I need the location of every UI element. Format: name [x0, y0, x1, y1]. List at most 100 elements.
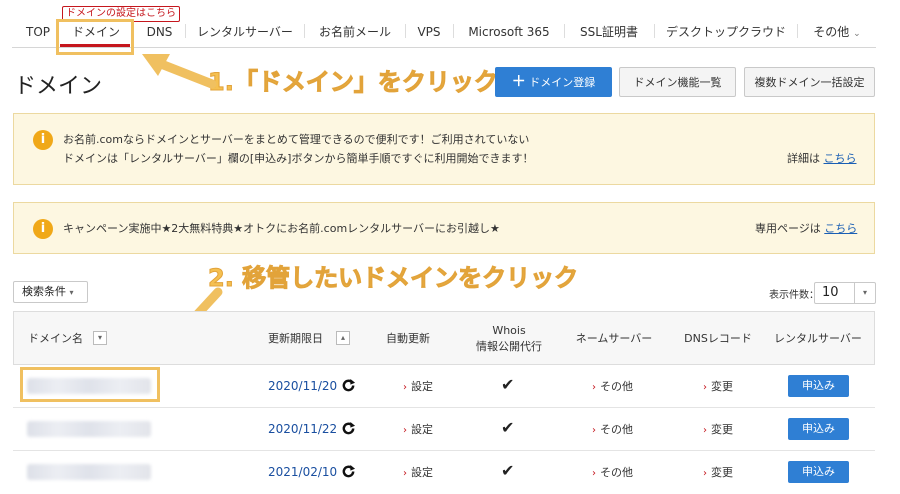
renew-refresh-icon[interactable]: [341, 378, 356, 393]
table-row: 2020/11/22 › 設定 ✔ › その他 › 変更 申込み: [13, 408, 875, 451]
notice-campaign: i キャンペーン実施中★2大無料特典★オトクにお名前.comレンタルサーバーにお…: [13, 202, 875, 254]
col-domain-name-label: ドメイン名: [28, 332, 83, 345]
info-icon: i: [33, 130, 53, 150]
auto-renew-label: 設定: [411, 466, 433, 479]
nav-item-other[interactable]: その他 ⌄: [802, 14, 872, 48]
col-whois-label-1: Whois: [492, 324, 526, 337]
apply-button[interactable]: 申込み: [788, 375, 849, 397]
nav-divider: [304, 24, 305, 38]
col-whois-label-2: 情報公開代行: [476, 340, 542, 353]
nameserver-label: その他: [600, 423, 633, 436]
col-rental-server-label: レンタルサーバー: [774, 332, 862, 345]
notice-link-prefix: 詳細は: [787, 152, 820, 165]
campaign-link-prefix: 専用ページは: [755, 222, 821, 235]
notice-server-bundle: i お名前.comならドメインとサーバーをまとめて管理できるので便利です！ご利用…: [13, 113, 875, 185]
nav-item-microsoft365[interactable]: Microsoft 365: [458, 14, 560, 48]
search-conditions-dropdown[interactable]: 検索条件 ▾: [13, 281, 88, 303]
display-count-select[interactable]: 10 ▾: [814, 282, 876, 304]
nav-item-desktop-cloud[interactable]: デスクトップクラウド: [658, 14, 794, 48]
chevron-down-icon: ⌄: [853, 29, 861, 39]
nav-item-mail[interactable]: お名前メール: [308, 14, 402, 48]
display-count-value: 10: [822, 285, 839, 300]
campaign-text: キャンペーン実施中★2大無料特典★オトクにお名前.comレンタルサーバーにお引越…: [63, 222, 500, 235]
dns-change-link[interactable]: › 変更: [703, 464, 733, 480]
bulk-settings-button[interactable]: 複数ドメイン一括設定: [744, 67, 875, 97]
details-link[interactable]: こちら: [824, 152, 857, 165]
nav-divider: [654, 24, 655, 38]
nav-divider: [797, 24, 798, 38]
domain-name-link[interactable]: [27, 421, 151, 437]
apply-button[interactable]: 申込み: [788, 418, 849, 440]
col-nameserver-label: ネームサーバー: [575, 332, 653, 345]
chevron-right-icon: ›: [403, 425, 407, 436]
chevron-right-icon: ›: [703, 425, 707, 436]
chevron-right-icon: ›: [703, 468, 707, 479]
chevron-down-icon: ▾: [69, 288, 74, 297]
dns-change-label: 変更: [711, 466, 733, 479]
search-conditions-label: 検索条件: [22, 285, 66, 298]
col-dns-label: DNSレコード: [684, 332, 752, 345]
nav-item-vps[interactable]: VPS: [408, 14, 450, 48]
chevron-right-icon: ›: [592, 425, 596, 436]
apply-button[interactable]: 申込み: [788, 461, 849, 483]
page-title: ドメイン: [14, 74, 103, 99]
auto-renew-link[interactable]: › 設定: [403, 421, 433, 437]
nav-underline: [12, 47, 876, 48]
renew-refresh-icon[interactable]: [341, 464, 356, 479]
col-expiry-label: 更新期限日: [268, 332, 323, 345]
dns-change-label: 変更: [711, 423, 733, 436]
nav-item-other-label: その他: [813, 25, 850, 39]
expiry-date-value: 2020/11/20: [268, 379, 338, 393]
expiry-date-value: 2020/11/22: [268, 422, 338, 436]
domain-table-header: ドメイン名 ▾ 更新期限日 ▴ 自動更新 Whois 情報公開代行 ネームサーバ…: [13, 311, 875, 365]
register-domain-label: ドメイン登録: [529, 76, 596, 89]
annotation-step-1: 1.「ドメイン」をクリック: [208, 68, 499, 97]
check-icon: ✔: [501, 375, 515, 394]
nav-item-rental-server[interactable]: レンタルサーバー: [190, 14, 300, 48]
register-domain-button[interactable]: ＋ ドメイン登録: [495, 67, 612, 97]
check-icon: ✔: [501, 461, 515, 480]
dns-change-link[interactable]: › 変更: [703, 421, 733, 437]
notice-text-line-2: ドメインは「レンタルサーバー」欄の[申込み]ボタンから簡単手順ですぐに利用開始で…: [63, 152, 534, 165]
nameserver-label: その他: [600, 466, 633, 479]
domain-features-button[interactable]: ドメイン機能一覧: [619, 67, 736, 97]
nameserver-link[interactable]: › その他: [592, 378, 633, 394]
annotation-step-2: 2. 移管したいドメインをクリック: [207, 264, 579, 293]
domain-name-link[interactable]: [27, 464, 151, 480]
dns-change-link[interactable]: › 変更: [703, 378, 733, 394]
chevron-right-icon: ›: [403, 468, 407, 479]
campaign-link-wrap: 専用ページは こちら: [755, 220, 857, 237]
expiry-date-value: 2021/02/10: [268, 465, 338, 479]
nav-divider: [453, 24, 454, 38]
chevron-down-icon: ▾: [854, 283, 875, 303]
expiry-date: 2020/11/22: [268, 421, 356, 436]
chevron-right-icon: ›: [403, 382, 407, 393]
nav-divider: [185, 24, 186, 38]
table-row: 2021/02/10 › 設定 ✔ › その他 › 変更 申込み: [13, 451, 875, 494]
highlight-box-domain-tab: [56, 19, 134, 55]
expiry-date: 2020/11/20: [268, 378, 356, 393]
auto-renew-link[interactable]: › 設定: [403, 378, 433, 394]
notice-link-wrap: 詳細は こちら: [787, 150, 857, 167]
col-domain-name: ドメイン名: [28, 331, 83, 346]
expiry-sort-icon[interactable]: ▴: [336, 331, 350, 345]
chevron-right-icon: ›: [592, 382, 596, 393]
nameserver-link[interactable]: › その他: [592, 464, 633, 480]
nameserver-link[interactable]: › その他: [592, 421, 633, 437]
check-icon: ✔: [501, 418, 515, 437]
auto-renew-link[interactable]: › 設定: [403, 464, 433, 480]
domain-sort-icon[interactable]: ▾: [93, 331, 107, 345]
display-count-label: 表示件数：: [769, 290, 819, 301]
col-auto-renew-label: 自動更新: [386, 332, 430, 345]
chevron-right-icon: ›: [592, 468, 596, 479]
campaign-link[interactable]: こちら: [824, 222, 857, 235]
chevron-right-icon: ›: [703, 382, 707, 393]
annotation-arrow-1-icon: [142, 54, 217, 89]
expiry-date: 2021/02/10: [268, 464, 356, 479]
nav-item-top[interactable]: TOP: [18, 14, 58, 48]
renew-refresh-icon[interactable]: [341, 421, 356, 436]
dns-change-label: 変更: [711, 380, 733, 393]
auto-renew-label: 設定: [411, 423, 433, 436]
info-icon: i: [33, 219, 53, 239]
nav-item-ssl[interactable]: SSL証明書: [568, 14, 650, 48]
